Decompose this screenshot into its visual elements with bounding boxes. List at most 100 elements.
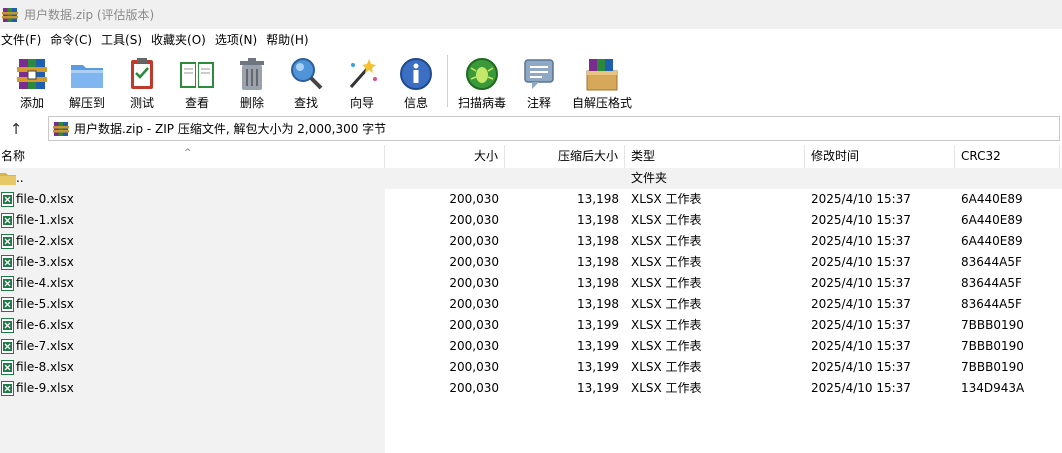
file-name: file-7.xlsx (16, 339, 74, 353)
file-type: XLSX 工作表 (631, 276, 702, 290)
comment-button[interactable]: 注释 (516, 53, 562, 111)
xlsx-file-icon (1, 339, 14, 354)
winrar-app-icon (2, 7, 18, 22)
add-button[interactable]: 添加 (8, 53, 56, 111)
file-size: 200,030 (449, 234, 499, 248)
menu-favorites[interactable]: 收藏夹(O) (149, 31, 213, 48)
file-modified: 2025/4/10 15:37 (811, 255, 911, 269)
file-crc: 83644A5F (961, 297, 1022, 311)
column-modified[interactable]: 修改时间 (805, 145, 955, 168)
file-row[interactable]: file-6.xlsx 200,030 13,199 XLSX 工作表 2025… (0, 315, 1062, 336)
delete-button[interactable]: 删除 (228, 53, 276, 111)
menu-file[interactable]: 文件(F) (0, 31, 48, 48)
file-crc: 134D943A (961, 381, 1025, 395)
find-magnifier-icon (291, 58, 323, 90)
path-field[interactable]: 用户数据.zip - ZIP 压缩文件, 解包大小为 2,000,300 字节 (48, 116, 1060, 141)
file-name: file-1.xlsx (16, 213, 74, 227)
file-type: XLSX 工作表 (631, 339, 702, 353)
find-label: 查找 (293, 96, 318, 110)
xlsx-file-icon (1, 360, 14, 375)
file-type: XLSX 工作表 (631, 297, 702, 311)
column-type[interactable]: 类型 (625, 145, 805, 168)
wizard-wand-icon (349, 59, 377, 88)
view-label: 查看 (184, 96, 209, 110)
file-crc: 7BBB0190 (961, 339, 1024, 353)
sort-ascending-icon: ^ (184, 148, 192, 158)
file-crc: 7BBB0190 (961, 360, 1024, 374)
test-button[interactable]: 测试 (118, 53, 166, 111)
file-modified: 2025/4/10 15:37 (811, 318, 911, 332)
xlsx-file-icon (1, 213, 14, 228)
view-book-icon (180, 62, 214, 88)
up-arrow-icon[interactable]: ↑ (8, 120, 24, 138)
file-row[interactable]: file-0.xlsx 200,030 13,198 XLSX 工作表 2025… (0, 189, 1062, 210)
info-icon (400, 58, 432, 90)
comment-icon (524, 59, 554, 89)
window-title: 用户数据.zip (评估版本) (24, 8, 155, 22)
menu-help[interactable]: 帮助(H) (264, 31, 315, 48)
file-modified: 2025/4/10 15:37 (811, 339, 911, 353)
file-packed-size: 13,198 (577, 234, 619, 248)
info-button[interactable]: 信息 (392, 53, 440, 111)
file-modified: 2025/4/10 15:37 (811, 192, 911, 206)
sfx-box-icon (586, 59, 618, 91)
menu-bar: 文件(F) 命令(C) 工具(S) 收藏夹(O) 选项(N) 帮助(H) (0, 29, 1062, 49)
file-modified: 2025/4/10 15:37 (811, 297, 911, 311)
file-type: XLSX 工作表 (631, 381, 702, 395)
file-crc: 6A440E89 (961, 192, 1023, 206)
file-packed-size: 13,198 (577, 276, 619, 290)
wizard-button[interactable]: 向导 (338, 53, 386, 111)
file-modified: 2025/4/10 15:37 (811, 213, 911, 227)
file-modified: 2025/4/10 15:37 (811, 276, 911, 290)
file-row[interactable]: file-3.xlsx 200,030 13,198 XLSX 工作表 2025… (0, 252, 1062, 273)
column-size[interactable]: 大小 (385, 145, 505, 168)
file-row[interactable]: file-9.xlsx 200,030 13,199 XLSX 工作表 2025… (0, 378, 1062, 399)
file-name: file-0.xlsx (16, 192, 74, 206)
menu-tools[interactable]: 工具(S) (99, 31, 149, 48)
file-type: XLSX 工作表 (631, 234, 702, 248)
file-crc: 6A440E89 (961, 213, 1023, 227)
virus-scan-button[interactable]: 扫描病毒 (454, 53, 510, 111)
address-bar: ↑ 用户数据.zip - ZIP 压缩文件, 解包大小为 2,000,300 字… (0, 114, 1062, 145)
file-row[interactable]: file-8.xlsx 200,030 13,199 XLSX 工作表 2025… (0, 357, 1062, 378)
extract-to-folder-icon (71, 65, 103, 88)
file-type: XLSX 工作表 (631, 192, 702, 206)
file-size: 200,030 (449, 276, 499, 290)
virus-scan-label: 扫描病毒 (457, 96, 506, 110)
sfx-button[interactable]: 自解压格式 (568, 53, 636, 111)
add-archive-icon (17, 59, 47, 89)
file-packed-size: 13,199 (577, 339, 619, 353)
file-packed-size: 13,199 (577, 360, 619, 374)
info-label: 信息 (403, 96, 428, 110)
file-row[interactable]: file-2.xlsx 200,030 13,198 XLSX 工作表 2025… (0, 231, 1062, 252)
file-row[interactable]: file-7.xlsx 200,030 13,199 XLSX 工作表 2025… (0, 336, 1062, 357)
test-label: 测试 (129, 96, 154, 110)
menu-options[interactable]: 选项(N) (213, 31, 264, 48)
find-button[interactable]: 查找 (282, 53, 330, 111)
file-size: 200,030 (449, 381, 499, 395)
file-row[interactable]: file-4.xlsx 200,030 13,198 XLSX 工作表 2025… (0, 273, 1062, 294)
file-row[interactable]: file-5.xlsx 200,030 13,198 XLSX 工作表 2025… (0, 294, 1062, 315)
column-name[interactable]: 名称 ^ (0, 145, 385, 168)
file-size: 200,030 (449, 192, 499, 206)
file-name: file-9.xlsx (16, 381, 74, 395)
view-button[interactable]: 查看 (172, 53, 222, 111)
column-name-label: 名称 (1, 149, 26, 163)
column-packed[interactable]: 压缩后大小 (505, 145, 625, 168)
parent-folder-row[interactable]: .. 文件夹 (0, 168, 1062, 189)
file-size: 200,030 (449, 339, 499, 353)
parent-folder-type: 文件夹 (631, 171, 668, 185)
file-row[interactable]: file-1.xlsx 200,030 13,198 XLSX 工作表 2025… (0, 210, 1062, 231)
path-text: 用户数据.zip - ZIP 压缩文件, 解包大小为 2,000,300 字节 (74, 122, 387, 136)
file-crc: 7BBB0190 (961, 318, 1024, 332)
file-packed-size: 13,198 (577, 192, 619, 206)
title-bar: 用户数据.zip (评估版本) (0, 0, 1062, 29)
archive-icon (53, 121, 69, 136)
delete-label: 删除 (239, 96, 264, 110)
add-label: 添加 (19, 96, 44, 110)
file-crc: 6A440E89 (961, 234, 1023, 248)
extract-to-button[interactable]: 解压到 (62, 53, 112, 111)
menu-commands[interactable]: 命令(C) (48, 31, 99, 48)
file-name: file-5.xlsx (16, 297, 74, 311)
column-crc[interactable]: CRC32 (955, 145, 1060, 168)
